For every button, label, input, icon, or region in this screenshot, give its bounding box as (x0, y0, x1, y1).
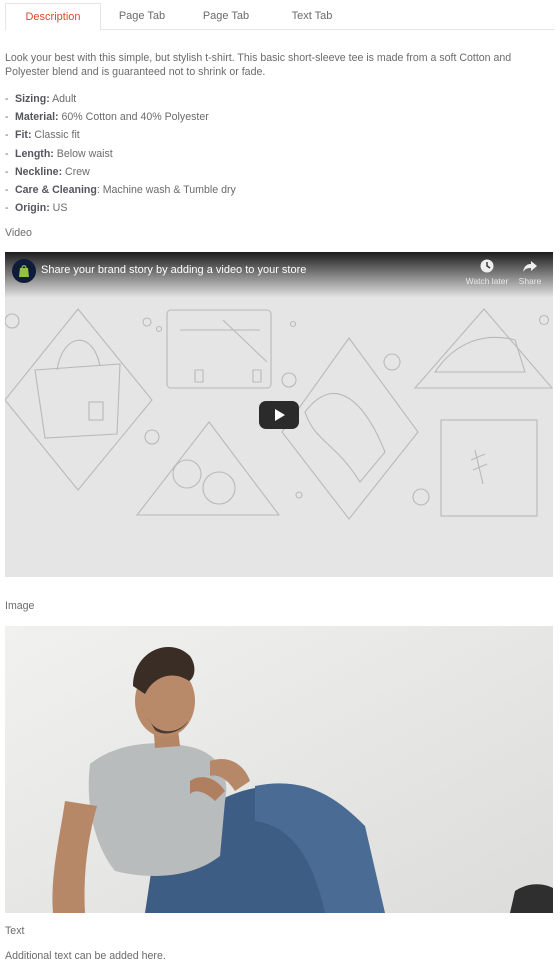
spec-key: Origin: (15, 202, 50, 215)
product-tabs: Description Page Tab Page Tab Text Tab (5, 3, 555, 31)
spec-dash: - (5, 165, 9, 178)
share-label: Share (518, 276, 542, 286)
clock-icon (464, 258, 510, 274)
spec-value: US (49, 202, 68, 215)
spec-key: Length: (15, 147, 54, 160)
video-section-label: Video (5, 227, 32, 239)
description-intro: Look your best with this simple, but sty… (5, 52, 512, 78)
video-player[interactable]: Share your brand story by adding a video… (5, 252, 553, 577)
spec-key: Care & Cleaning (15, 184, 97, 197)
spec-key: Fit: (15, 129, 32, 142)
play-icon (275, 409, 285, 421)
image-section-label: Image (5, 600, 35, 612)
tab-description[interactable]: Description (5, 3, 101, 31)
share-button[interactable]: Share (515, 258, 545, 286)
model-photo (5, 626, 553, 913)
spec-key: Material: (15, 111, 59, 124)
spec-value: : Machine wash & Tumble dry (96, 184, 236, 197)
spec-item: - Length: Below waist (5, 145, 545, 163)
spec-item: - Sizing: Adult (5, 90, 545, 108)
additional-text: Additional text can be added here. (5, 950, 166, 962)
spec-key: Sizing: (15, 93, 50, 105)
spec-dash: - (5, 111, 9, 124)
video-title[interactable]: Share your brand story by adding a video… (41, 264, 306, 276)
spec-key: Neckline: (15, 165, 63, 178)
spec-item: - Care & Cleaning: Machine wash & Tumble … (5, 181, 545, 199)
spec-dash: - (5, 202, 9, 215)
spec-item: - Neckline: Crew (5, 163, 545, 181)
spec-value: Classic fit (31, 129, 80, 142)
spec-item: - Material: 60% Cotton and 40% Polyester (5, 108, 545, 126)
shopify-bag-icon[interactable] (12, 259, 36, 283)
watch-later-button[interactable]: Watch later (464, 258, 510, 286)
spec-value: Below waist (53, 147, 113, 160)
spec-value: 60% Cotton and 40% Polyester (58, 111, 209, 124)
spec-dash: - (5, 184, 9, 197)
spec-value: Crew (62, 165, 90, 178)
tab-page-1[interactable]: Page Tab (105, 3, 179, 30)
spec-item: - Origin: US (5, 199, 545, 217)
watch-later-label: Watch later (465, 276, 509, 286)
spec-list: - Sizing: Adult - Material: 60% Cotton and… (5, 90, 545, 217)
spec-dash: - (5, 147, 9, 160)
spec-value: Adult (49, 93, 77, 105)
play-button[interactable] (259, 401, 299, 429)
text-section-label: Text (5, 925, 25, 937)
share-arrow-icon (515, 258, 545, 274)
spec-item: - Fit: Classic fit (5, 126, 545, 144)
tab-page-2[interactable]: Page Tab (189, 3, 263, 30)
tab-text[interactable]: Text Tab (271, 3, 353, 30)
spec-dash: - (5, 129, 9, 142)
spec-dash: - (5, 93, 9, 105)
